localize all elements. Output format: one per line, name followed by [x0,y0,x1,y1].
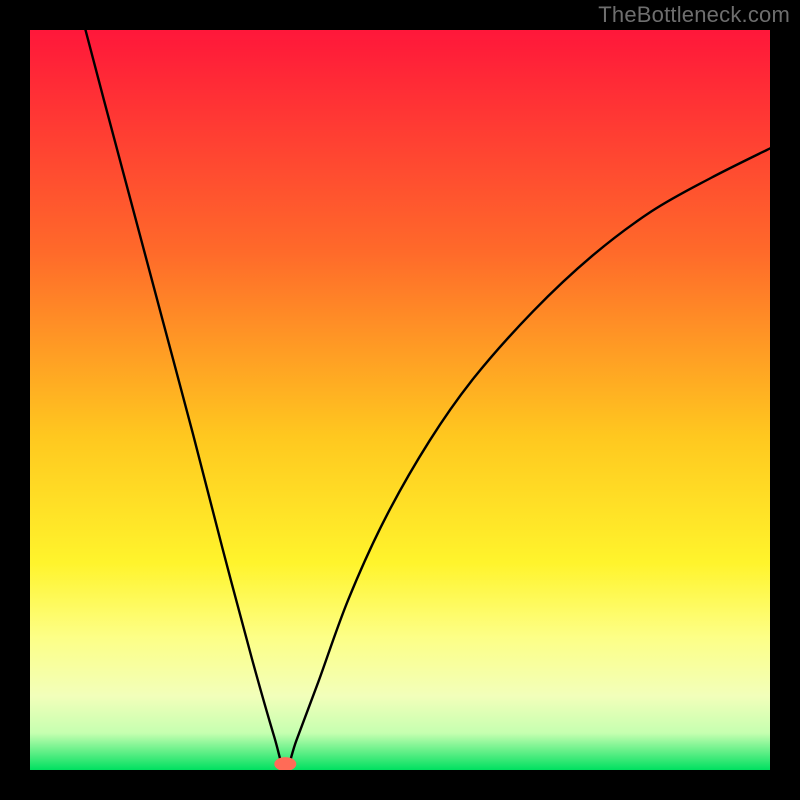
chart-plot-area [30,30,770,770]
chart-svg [30,30,770,770]
watermark-text: TheBottleneck.com [598,2,790,28]
gradient-background [30,30,770,770]
chart-frame: TheBottleneck.com [0,0,800,800]
